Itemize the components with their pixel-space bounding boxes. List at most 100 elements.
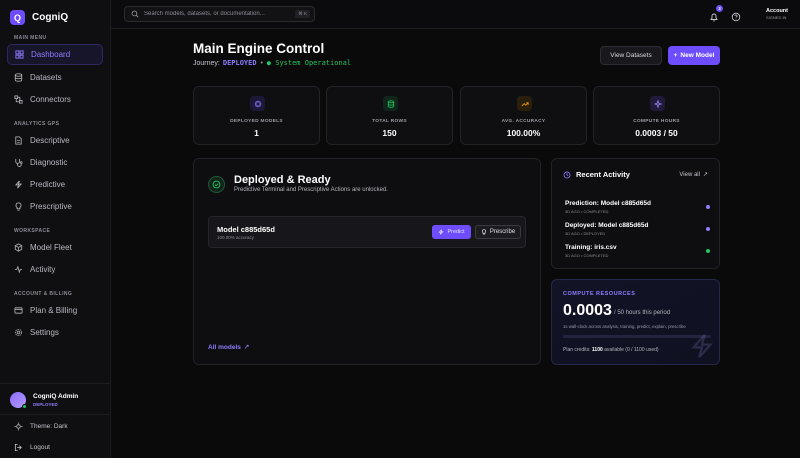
user-profile[interactable]: CogniQ Admin DEPLOYED xyxy=(10,392,79,409)
notification-badge: 3 xyxy=(716,5,723,12)
activity-item[interactable]: Deployed: Model c885d65d 3D AGO • DEPLOY… xyxy=(565,222,710,236)
brand-logo: Q xyxy=(10,10,25,25)
all-models-link[interactable]: All models ↗ xyxy=(208,343,249,352)
search-icon xyxy=(131,10,139,18)
stat-card-compute-hours: COMPUTE HOURS 0.0003 / 50 xyxy=(593,86,720,145)
stat-label: COMPUTE HOURS xyxy=(633,119,680,124)
search-shortcut: ⌘ K xyxy=(295,10,310,18)
model-row[interactable]: Model c885d65d 100.00% accuracy Predict … xyxy=(208,216,526,248)
topbar: ⌘ K 3 Account SIGNED IN xyxy=(111,0,800,29)
sidebar-item-model-fleet[interactable]: Model Fleet xyxy=(7,237,103,258)
plug-icon xyxy=(14,95,23,104)
journey-state: DEPLOYED xyxy=(222,59,257,67)
activity-item-meta: 3D AGO • COMPLETED xyxy=(565,209,609,214)
boxes-icon xyxy=(14,243,23,252)
activity-item-meta: 3D AGO • COMPLETED xyxy=(565,253,609,258)
activity-item-title: Training: iris.csv xyxy=(565,244,617,251)
chip-icon xyxy=(250,96,265,111)
section-account-billing: ACCOUNT & BILLING xyxy=(14,291,73,297)
view-all-link[interactable]: View all ↗ xyxy=(679,171,708,179)
status-dot xyxy=(706,249,710,253)
account-name: Account xyxy=(766,8,788,14)
sparkle-icon xyxy=(650,96,665,111)
check-circle-icon xyxy=(208,176,225,193)
brand-name: CogniQ xyxy=(32,12,69,23)
view-all-label: View all xyxy=(679,171,700,178)
sidebar-item-predictive[interactable]: Predictive xyxy=(7,174,103,195)
database-icon xyxy=(383,96,398,111)
credits-value: 1100 xyxy=(591,347,603,353)
card-icon xyxy=(14,306,23,315)
stethoscope-icon xyxy=(14,158,23,167)
help-icon[interactable] xyxy=(731,9,741,22)
stat-label: AVG. ACCURACY xyxy=(501,119,546,124)
system-status: ● System Operational xyxy=(266,59,352,67)
sidebar-item-prescriptive[interactable]: Prescriptive xyxy=(7,196,103,217)
search-input[interactable] xyxy=(144,11,294,17)
sidebar-item-label: Plan & Billing xyxy=(30,306,78,315)
deployed-panel: Deployed & Ready Predictive Terminal and… xyxy=(193,158,541,365)
theme-toggle[interactable]: Theme: Dark xyxy=(14,422,68,431)
sidebar-item-activity[interactable]: Activity xyxy=(7,259,103,280)
brand[interactable]: Q CogniQ xyxy=(10,10,68,25)
activity-item-meta: 3D AGO • DEPLOYED xyxy=(565,231,606,236)
account-status: SIGNED IN xyxy=(766,15,787,20)
plus-icon: + xyxy=(673,52,678,59)
sidebar-item-plan-billing[interactable]: Plan & Billing xyxy=(7,300,103,321)
prescribe-label: Prescribe xyxy=(489,229,516,235)
activity-header: Recent Activity xyxy=(563,170,630,179)
sidebar-item-label: Prescriptive xyxy=(30,202,72,211)
activity-item[interactable]: Prediction: Model c885d65d 3D AGO • COMP… xyxy=(565,200,710,214)
logout-label: Logout xyxy=(30,444,50,451)
gear-icon xyxy=(14,328,23,337)
sidebar-item-label: Descriptive xyxy=(30,136,70,145)
predict-label: Predict xyxy=(447,229,465,235)
sidebar-item-dashboard[interactable]: Dashboard xyxy=(7,44,103,65)
avatar xyxy=(10,392,27,409)
logout-icon xyxy=(14,443,23,452)
sidebar-item-datasets[interactable]: Datasets xyxy=(7,67,103,88)
sidebar-item-label: Model Fleet xyxy=(30,243,72,252)
section-main-menu: MAIN MENU xyxy=(14,35,47,41)
compute-note: 1s wall-clock across analysis, training,… xyxy=(563,324,686,329)
sidebar: Q CogniQ MAIN MENU Dashboard Datasets Co… xyxy=(0,0,111,458)
account-menu[interactable]: Account SIGNED IN xyxy=(766,8,788,20)
sidebar-item-settings[interactable]: Settings xyxy=(7,322,103,343)
sidebar-divider xyxy=(0,383,111,384)
user-name: CogniQ Admin xyxy=(33,393,79,400)
search-box[interactable]: ⌘ K xyxy=(124,6,315,22)
activity-item[interactable]: Training: iris.csv 3D AGO • COMPLETED xyxy=(565,244,710,258)
sidebar-item-label: Activity xyxy=(30,265,56,274)
deployed-title: Deployed & Ready xyxy=(234,174,331,186)
lightning-icon xyxy=(14,180,23,189)
sidebar-item-descriptive[interactable]: Descriptive xyxy=(7,130,103,151)
sidebar-item-label: Dashboard xyxy=(31,50,71,59)
view-datasets-button[interactable]: View Datasets xyxy=(600,46,662,65)
status-dot xyxy=(706,205,710,209)
compute-label: COMPUTE RESOURCES xyxy=(563,291,636,297)
logout-button[interactable]: Logout xyxy=(14,443,50,452)
lightbulb-icon xyxy=(481,229,487,235)
all-models-label: All models xyxy=(208,343,241,351)
activity-title: Recent Activity xyxy=(576,170,630,179)
arrow-up-right-icon: ↗ xyxy=(702,172,708,178)
credits-prefix: Plan credits: xyxy=(563,347,591,353)
lightning-icon xyxy=(691,334,713,358)
sidebar-divider xyxy=(0,414,111,415)
sidebar-item-connectors[interactable]: Connectors xyxy=(7,89,103,110)
sidebar-item-diagnostic[interactable]: Diagnostic xyxy=(7,152,103,173)
theme-label: Theme: Dark xyxy=(30,423,68,430)
clock-icon xyxy=(563,171,571,179)
page-title: Main Engine Control xyxy=(193,41,325,56)
journey-separator: • xyxy=(259,59,264,67)
file-icon xyxy=(14,136,23,145)
prescribe-button[interactable]: Prescribe xyxy=(475,225,521,239)
new-model-button[interactable]: + New Model xyxy=(668,46,720,65)
compute-credits: Plan credits: 1100 available (0 / 1100 u… xyxy=(563,347,659,353)
online-indicator xyxy=(22,404,27,409)
trend-up-icon xyxy=(517,96,532,111)
lightbulb-icon xyxy=(14,202,23,211)
stat-card-avg-accuracy: AVG. ACCURACY 100.00% xyxy=(460,86,587,145)
recent-activity-panel: Recent Activity View all ↗ Prediction: M… xyxy=(551,158,720,269)
predict-button[interactable]: Predict xyxy=(432,225,471,239)
